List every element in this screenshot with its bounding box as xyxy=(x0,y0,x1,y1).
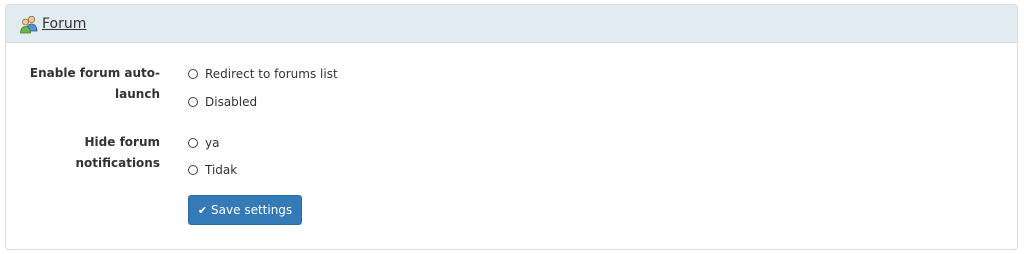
radio-button[interactable] xyxy=(188,138,198,148)
option-hide-notifications-no[interactable]: Tidak xyxy=(188,162,237,178)
panel-heading: Forum xyxy=(6,5,1017,43)
radio-button[interactable] xyxy=(188,69,198,79)
field-label-forum-autolaunch: Enable forum auto- launch xyxy=(10,63,160,105)
label-line: launch xyxy=(115,87,160,101)
save-settings-label: Save settings xyxy=(211,203,293,217)
label-line: notifications xyxy=(75,156,160,170)
save-settings-button[interactable]: ✔ Save settings xyxy=(188,195,302,225)
label-line: Hide forum xyxy=(84,135,161,149)
option-hide-notifications-yes[interactable]: ya xyxy=(188,135,219,151)
check-icon: ✔ xyxy=(197,203,208,217)
option-label: Tidak xyxy=(205,163,238,177)
label-line: Enable forum auto- xyxy=(29,66,160,80)
option-label: Disabled xyxy=(205,95,258,109)
radio-button[interactable] xyxy=(188,165,198,175)
panel-title-link[interactable]: Forum xyxy=(42,16,86,32)
option-redirect-forums-list[interactable]: Redirect to forums list xyxy=(188,66,338,82)
forum-users-icon xyxy=(19,14,39,34)
option-label: ya xyxy=(205,136,220,150)
option-label: Redirect to forums list xyxy=(205,67,338,81)
option-autolaunch-disabled[interactable]: Disabled xyxy=(188,94,257,110)
radio-button[interactable] xyxy=(188,97,198,107)
forum-settings-panel: Forum Enable forum auto- launch Redirect… xyxy=(5,4,1018,250)
field-label-hide-notifications: Hide forum notifications xyxy=(10,132,160,174)
